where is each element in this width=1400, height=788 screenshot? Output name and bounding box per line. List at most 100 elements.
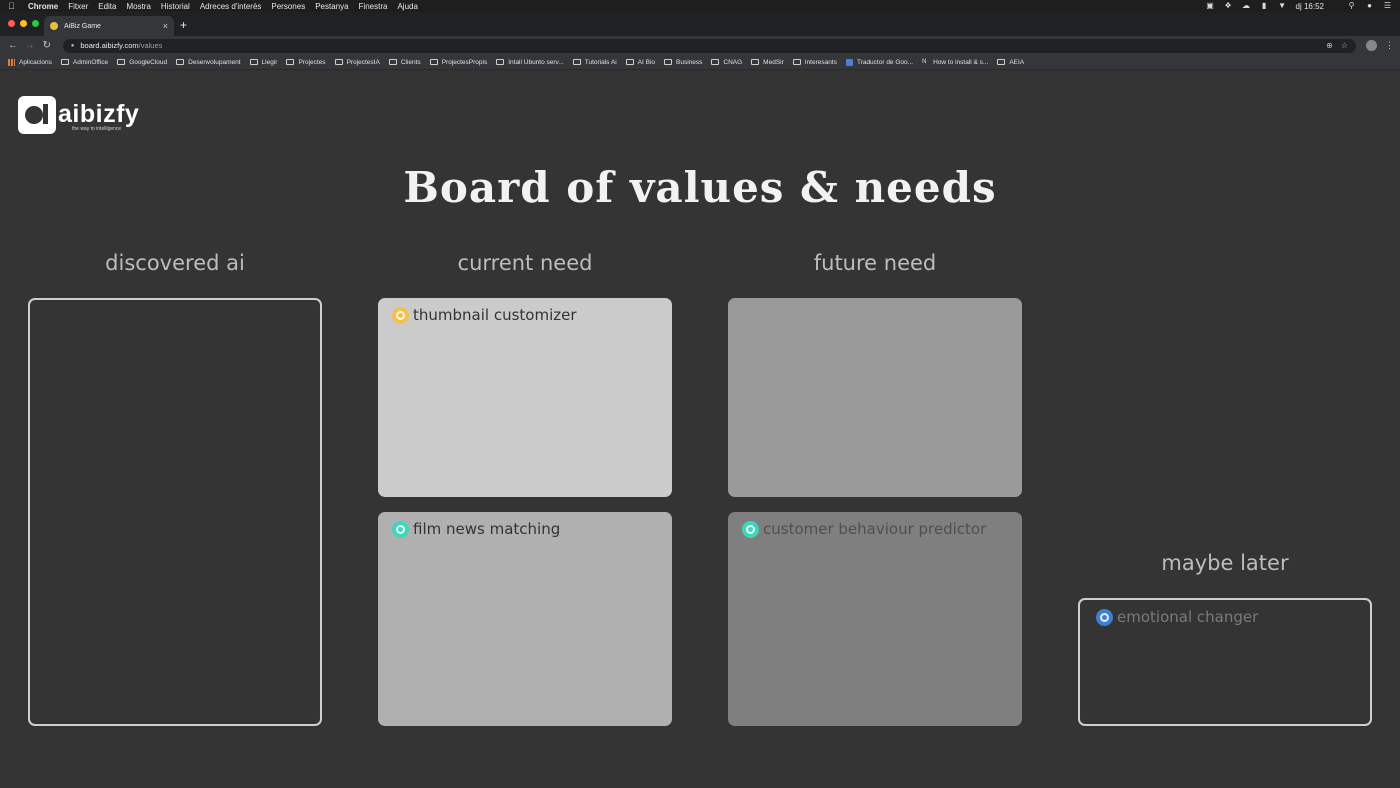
user-avatar-icon[interactable]: ●	[1365, 2, 1374, 10]
wifi-icon[interactable]: ▼	[1278, 2, 1287, 10]
os-menu-bar:  Chrome Fitxer Edita Mostra Historial A…	[0, 0, 1400, 12]
forward-arrow-icon[interactable]: →	[23, 40, 37, 51]
tab-title: AiBiz Game	[64, 22, 101, 30]
menu-item-edit[interactable]: Edita	[98, 2, 116, 11]
menu-item-tab[interactable]: Pestanya	[315, 2, 348, 11]
folder-icon	[429, 59, 438, 65]
menu-item-bookmarks[interactable]: Adreces d'interès	[200, 2, 262, 11]
bookmarks-bar: Aplicacions AdminOffice GoogleCloud Dese…	[0, 55, 1400, 70]
menu-item-history[interactable]: Historial	[161, 2, 190, 11]
folder-icon	[997, 59, 1006, 65]
folder-icon	[388, 59, 397, 65]
bookmark-label: Projectes	[298, 58, 326, 66]
new-tab-icon[interactable]: +	[180, 18, 187, 32]
bookmark-item[interactable]: CNAG	[711, 59, 742, 66]
card-future-need-bottom[interactable]: customer behaviour predictor	[728, 512, 1022, 726]
status-icons: ▣ ❖ ☁ ▮ ▼ dj 16:52 ⚲ ● ☰	[1206, 2, 1392, 11]
battery-icon[interactable]: ▮	[1260, 2, 1269, 10]
menu-app-name[interactable]: Chrome	[28, 2, 58, 11]
profile-avatar[interactable]	[1366, 40, 1377, 51]
bookmark-item[interactable]: MedSir	[751, 59, 784, 66]
bookmark-label: AI Bio	[637, 58, 656, 66]
bookmark-star-icon[interactable]: ☆	[1341, 41, 1348, 50]
folder-icon	[286, 59, 295, 65]
card-current-need-top[interactable]: thumbnail customizer	[378, 298, 672, 497]
bookmark-label: Interesants	[804, 58, 837, 66]
menu-item-people[interactable]: Persones	[271, 2, 305, 11]
notification-center-icon[interactable]: ☰	[1383, 2, 1392, 10]
menu-item-view[interactable]: Mostra	[126, 2, 150, 11]
column-header-discovered: discovered ai	[105, 251, 245, 275]
zoom-window-icon[interactable]	[32, 20, 39, 27]
bookmark-item[interactable]: Aplicacions	[8, 58, 52, 66]
bookmark-label: Clients	[400, 58, 421, 66]
menu-item-help[interactable]: Ajuda	[397, 2, 417, 11]
folder-icon	[664, 59, 673, 65]
browser-tab-active[interactable]: AiBiz Game ×	[44, 16, 174, 36]
bookmark-item[interactable]: Traductor de Goo...	[845, 58, 913, 66]
maybe-later-dropzone[interactable]: emotional changer	[1078, 598, 1372, 726]
bookmark-item[interactable]: ProjectesPropis	[429, 58, 488, 66]
bookmark-item[interactable]: Interesants	[792, 58, 837, 66]
card-title: thumbnail customizer	[392, 306, 577, 324]
screen-mirroring-icon[interactable]: ▣	[1206, 2, 1215, 10]
bookmark-item[interactable]: Projectes	[286, 58, 326, 66]
folder-icon	[751, 59, 760, 65]
bookmark-item[interactable]: AEIA	[997, 59, 1024, 66]
bookmark-item[interactable]: AI Bio	[625, 58, 656, 66]
cloud-icon[interactable]: ☁	[1242, 2, 1251, 10]
browser-toolbar: ← → ↻ ● board.aibizfy.com/values ⊕ ☆ ⋮	[0, 36, 1400, 55]
url-host: board.aibizfy.com	[80, 41, 139, 50]
card-future-need-top[interactable]	[728, 298, 1022, 497]
bookmark-item[interactable]: Business	[664, 59, 702, 66]
dropbox-icon[interactable]: ❖	[1224, 2, 1233, 10]
install-app-icon[interactable]: ⊕	[1326, 41, 1333, 50]
bookmark-item[interactable]: Llegir	[249, 59, 277, 66]
bookmark-label: Intall Ubunto serv...	[508, 58, 564, 66]
translate-icon	[845, 58, 853, 66]
close-window-icon[interactable]	[8, 20, 15, 27]
card-title: film news matching	[392, 520, 560, 538]
menu-item-file[interactable]: Fitxer	[68, 2, 88, 11]
folder-icon	[572, 59, 581, 65]
bookmark-item[interactable]: ProjectesIA	[334, 58, 380, 66]
ai-module-icon	[1096, 608, 1113, 626]
back-arrow-icon[interactable]: ←	[6, 40, 20, 51]
bookmark-item[interactable]: Tutorials Ai	[572, 58, 617, 66]
bookmark-label: How to install & s...	[933, 58, 989, 66]
bookmark-item[interactable]: AdminOffice	[60, 58, 109, 66]
minimize-window-icon[interactable]	[20, 20, 27, 27]
lock-icon[interactable]: ●	[71, 43, 75, 49]
bookmark-label: ProjectesIA	[346, 58, 380, 66]
url-path: /values	[138, 41, 163, 50]
bookmark-item[interactable]: N How to install & s...	[922, 59, 988, 66]
bookmark-item[interactable]: Desenvolupament	[176, 58, 241, 66]
bookmark-item[interactable]: Clients	[388, 58, 421, 66]
board-page: aibizfy the way to intelligence Board of…	[0, 71, 1400, 788]
menu-clock[interactable]: dj 16:52	[1296, 2, 1324, 11]
aibizfy-logo[interactable]: aibizfy the way to intelligence	[18, 96, 139, 134]
bookmark-label: ProjectesPropis	[441, 58, 488, 66]
bookmark-label: Tutorials Ai	[584, 58, 617, 66]
card-label: customer behaviour predictor	[763, 520, 987, 538]
apple-icon[interactable]: 	[8, 1, 18, 11]
bookmark-label: Desenvolupament	[188, 58, 241, 66]
folder-icon	[496, 59, 505, 65]
reload-icon[interactable]: ↻	[40, 40, 54, 51]
logo-brand: aibizfy	[58, 100, 140, 128]
browser-menu-icon[interactable]: ⋮	[1385, 40, 1394, 51]
folder-icon	[334, 59, 343, 65]
card-current-need-bottom[interactable]: film news matching	[378, 512, 672, 726]
bookmark-item[interactable]: GoogleCloud	[117, 59, 167, 66]
discovered-ai-dropzone[interactable]	[28, 298, 322, 726]
bookmark-label: Business	[676, 58, 703, 66]
folder-icon	[60, 59, 69, 65]
window-controls	[8, 20, 39, 27]
menu-item-window[interactable]: Finestra	[359, 2, 388, 11]
bookmark-label: AdminOffice	[72, 58, 109, 66]
address-bar[interactable]: ● board.aibizfy.com/values ⊕ ☆	[62, 38, 1357, 53]
spotlight-search-icon[interactable]: ⚲	[1347, 2, 1356, 10]
column-header-later: maybe later	[1161, 551, 1289, 575]
close-tab-icon[interactable]: ×	[163, 21, 168, 31]
bookmark-item[interactable]: Intall Ubunto serv...	[496, 59, 564, 66]
